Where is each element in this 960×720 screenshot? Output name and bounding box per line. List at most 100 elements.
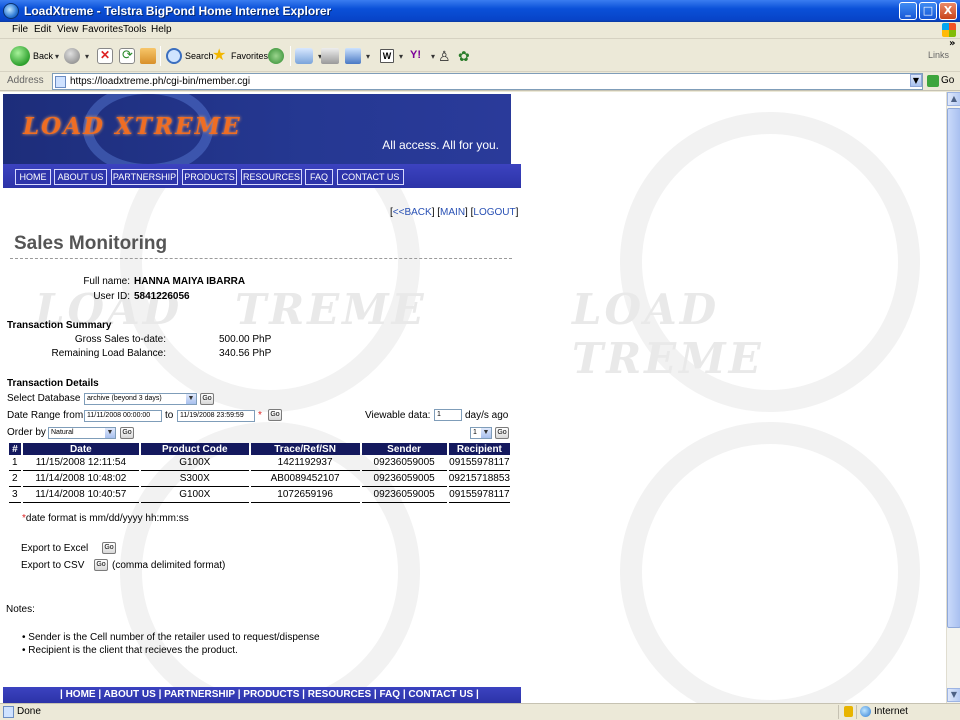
scroll-thumb[interactable]: [947, 108, 960, 628]
minimize-button[interactable]: _: [899, 2, 917, 20]
heading-divider: [10, 258, 512, 259]
go-arrow-icon[interactable]: [927, 75, 939, 87]
nav-partnership[interactable]: PARTNERSHIP: [111, 169, 178, 185]
forward-dropdown-icon[interactable]: ▾: [85, 52, 89, 61]
footer-nav-resources[interactable]: RESOURCES: [308, 689, 371, 700]
col-recipient: Recipient: [448, 443, 510, 455]
links-label[interactable]: Links: [928, 50, 949, 60]
scroll-up-icon[interactable]: ▲: [947, 92, 960, 106]
back-link[interactable]: <<BACK: [393, 207, 432, 218]
footer-nav-about-us[interactable]: ABOUT US: [104, 689, 156, 700]
print-icon: [321, 48, 339, 64]
menu-tools[interactable]: Tools: [123, 24, 146, 35]
word-dropdown-icon[interactable]: ▾: [399, 52, 403, 61]
nav-faq[interactable]: FAQ: [305, 169, 333, 185]
word-button[interactable]: W ▾: [380, 44, 403, 68]
site-logo[interactable]: LOAD XTREME: [23, 113, 242, 140]
database-go-button[interactable]: Go: [200, 393, 214, 405]
footer-nav-faq[interactable]: FAQ: [379, 689, 400, 700]
notes-title: Notes:: [6, 604, 35, 615]
refresh-icon: [119, 47, 135, 64]
nav-home[interactable]: HOME: [15, 169, 51, 185]
row-recipient: 09155978117: [448, 455, 510, 471]
lock-icon[interactable]: [844, 706, 853, 717]
nav-about-us[interactable]: ABOUT US: [54, 169, 107, 185]
back-button[interactable]: Back ▾: [10, 44, 59, 68]
toolbar-separator: [290, 46, 291, 66]
gross-sales-label: Gross Sales to-date:: [74, 334, 166, 345]
menu-edit[interactable]: Edit: [34, 24, 51, 35]
search-button[interactable]: Search: [166, 44, 214, 68]
footer-nav-partnership[interactable]: PARTNERSHIP: [164, 689, 235, 700]
yahoo-button[interactable]: Y! ▾: [410, 44, 435, 68]
logout-link[interactable]: LOGOUT: [473, 207, 515, 218]
edit-button[interactable]: ▾: [345, 44, 370, 68]
row-sender: 09236059005: [361, 471, 447, 487]
row-product-code: G100X: [140, 487, 249, 503]
date-to-input[interactable]: 11/19/2008 23:59:59: [177, 410, 255, 422]
back-dropdown-icon[interactable]: ▾: [55, 52, 59, 61]
date-from-input[interactable]: 11/11/2008 00:00:00: [84, 410, 162, 422]
export-csv-label: Export to CSV: [21, 560, 85, 571]
address-url[interactable]: https://loadxtreme.ph/cgi-bin/member.cgi: [70, 76, 250, 87]
table-row: 2 11/14/2008 10:48:02 S300X AB0089452107…: [9, 471, 510, 487]
maximize-button[interactable]: □: [919, 2, 937, 20]
date-go-button[interactable]: Go: [268, 409, 282, 421]
col-number: #: [9, 443, 21, 455]
messenger-button[interactable]: ♙: [438, 44, 455, 68]
database-select[interactable]: archive (beyond 3 days) ▼: [84, 393, 197, 405]
nav-resources[interactable]: RESOURCES: [241, 169, 302, 185]
row-number: 1: [9, 455, 21, 471]
favorites-button[interactable]: ★ Favorites: [212, 44, 268, 68]
toolbar-separator: [160, 46, 161, 66]
history-button[interactable]: [268, 44, 287, 68]
menu-help[interactable]: Help: [151, 24, 172, 35]
edit-page-icon: [345, 48, 361, 64]
back-label: Back: [33, 51, 54, 61]
menu-view[interactable]: View: [57, 24, 79, 35]
menu-favorites[interactable]: Favorites: [82, 24, 123, 35]
address-input[interactable]: https://loadxtreme.ph/cgi-bin/member.cgi: [52, 73, 923, 90]
edit-dropdown-icon[interactable]: ▾: [366, 52, 370, 61]
menu-file[interactable]: File: [12, 24, 28, 35]
msn-button[interactable]: ✿: [458, 44, 477, 68]
footer-nav-contact-us[interactable]: CONTACT US: [408, 689, 473, 700]
footer-nav-home[interactable]: HOME: [66, 689, 96, 700]
export-excel-go-button[interactable]: Go: [102, 542, 116, 554]
home-button[interactable]: [140, 44, 159, 68]
yahoo-dropdown-icon[interactable]: ▾: [431, 52, 435, 61]
footer-nav-products[interactable]: PRODUCTS: [243, 689, 299, 700]
order-go-button[interactable]: Go: [120, 427, 134, 439]
stop-button[interactable]: [97, 44, 116, 68]
mail-icon: [295, 48, 313, 64]
main-link[interactable]: MAIN: [440, 207, 465, 218]
row-date: 11/14/2008 10:40:57: [22, 487, 139, 503]
export-excel-label: Export to Excel: [21, 543, 89, 554]
table-row: 3 11/14/2008 10:40:57 G100X 1072659196 0…: [9, 487, 510, 503]
status-text: Done: [17, 706, 41, 717]
col-product-code: Product Code: [140, 443, 249, 455]
close-button[interactable]: X: [939, 2, 957, 20]
viewable-days-input[interactable]: 1: [434, 409, 462, 421]
row-sender: 09236059005: [361, 455, 447, 471]
nav-products[interactable]: PRODUCTS: [182, 169, 237, 185]
page-select[interactable]: 1 ▼: [470, 427, 492, 439]
address-label: Address: [7, 75, 44, 86]
mail-button[interactable]: ▾: [295, 44, 322, 68]
scroll-down-icon[interactable]: ▼: [947, 688, 960, 702]
print-button[interactable]: [321, 44, 342, 68]
address-dropdown-icon[interactable]: ▼: [910, 74, 922, 87]
search-icon: [166, 48, 182, 64]
page-go-button[interactable]: Go: [495, 427, 509, 439]
stop-icon: [97, 48, 113, 64]
nav-contact-us[interactable]: CONTACT US: [337, 169, 404, 185]
vertical-scrollbar[interactable]: ▲ ▼: [946, 92, 960, 703]
links-chevron-icon[interactable]: »: [949, 38, 955, 49]
go-button[interactable]: Go: [941, 75, 954, 86]
refresh-button[interactable]: [119, 44, 138, 68]
forward-button[interactable]: ▾: [64, 44, 89, 68]
order-by-select[interactable]: Natural ▼: [48, 427, 116, 439]
export-csv-go-button[interactable]: Go: [94, 559, 108, 571]
top-links: [<<BACK] [MAIN] [LOGOUT]: [390, 207, 519, 218]
security-zone: Internet: [874, 706, 908, 717]
